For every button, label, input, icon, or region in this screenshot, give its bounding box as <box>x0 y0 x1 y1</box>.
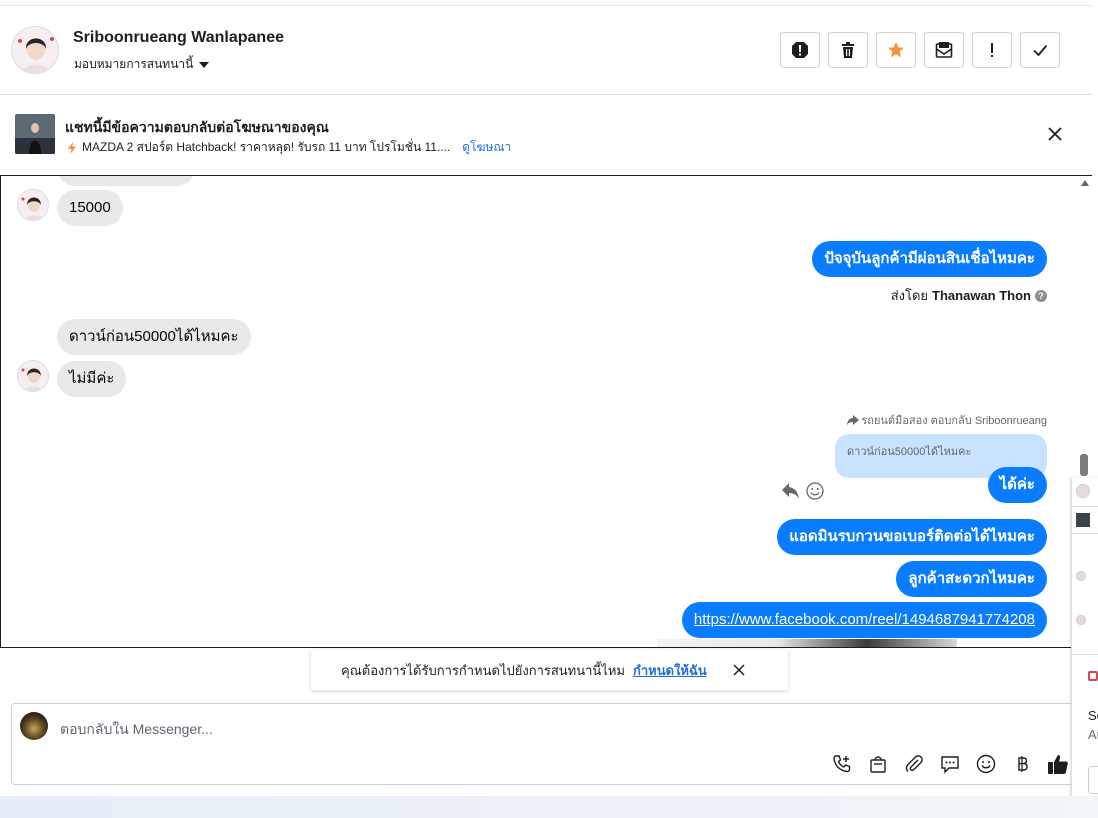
done-button[interactable] <box>1020 32 1060 68</box>
incoming-message[interactable]: 15000 <box>57 190 123 226</box>
outgoing-link-message[interactable]: https://www.facebook.com/reel/1494687941… <box>681 602 1047 638</box>
attach-button[interactable] <box>902 752 926 776</box>
ad-thumbnail[interactable] <box>15 114 55 154</box>
right-gutter <box>1092 0 1098 478</box>
thumbs-up-icon <box>1048 755 1068 774</box>
saved-reply-icon <box>941 756 959 774</box>
popup-avatar <box>1076 571 1086 581</box>
mark-unread-icon <box>935 42 953 58</box>
popup-divider <box>1072 654 1098 655</box>
sent-by-prefix: ส่งโดย <box>890 288 929 303</box>
spam-button[interactable] <box>780 32 820 68</box>
trash-icon <box>842 42 854 58</box>
reel-preview[interactable] <box>657 639 957 647</box>
shop-bag-icon <box>870 756 886 773</box>
page-footer-strip <box>0 796 1098 818</box>
assign-to-me-link[interactable]: กำหนดให้ฉัน <box>633 660 707 681</box>
incoming-message[interactable]: ดาวน์ก่อน50000ได้ไหมคะ <box>57 319 251 355</box>
reply-arrow-icon <box>847 414 860 426</box>
ad-reply-banner: แชทนี้มีข้อความตอบกลับต่อโฆษณาของคุณ MAZ… <box>0 95 1092 175</box>
page-avatar <box>20 712 48 740</box>
contact-name: Sriboonrueang Wanlapanee <box>73 29 284 46</box>
popup-divider <box>1072 506 1098 507</box>
popup-avatar <box>1076 615 1086 625</box>
emoji-button[interactable] <box>974 752 998 776</box>
side-preview-popup[interactable]: So Au <box>1071 478 1098 812</box>
view-ad-link[interactable]: ดูโฆษณา <box>462 138 511 157</box>
outgoing-message[interactable]: แอดมินรบกวนขอเบอร์ติดต่อได้ไหมคะ <box>777 519 1047 555</box>
important-button[interactable] <box>972 32 1012 68</box>
conversation-header: Sriboonrueang Wanlapanee มอบหมายการสนทนา… <box>0 6 1092 95</box>
message-bubble-partial <box>57 176 195 186</box>
help-icon[interactable]: ? <box>1035 289 1047 302</box>
sent-by-name: Thanawan Thon <box>932 288 1031 303</box>
call-icon <box>833 755 851 773</box>
scroll-up-arrow-icon[interactable] <box>1081 180 1089 186</box>
outgoing-message[interactable]: ลูกค้าสะดวกไหมคะ <box>896 561 1047 597</box>
star-button[interactable] <box>876 32 916 68</box>
reply-context-label: รถยนต์มือสอง ตอบกลับ Sriboonrueang <box>847 411 1047 429</box>
emoji-icon <box>976 754 996 774</box>
star-icon <box>888 42 904 58</box>
popup-text: Au <box>1088 727 1098 742</box>
close-icon[interactable] <box>733 664 745 676</box>
shop-button[interactable] <box>866 752 890 776</box>
contact-avatar-small <box>17 189 49 221</box>
popup-thumb <box>1076 513 1090 527</box>
lightning-icon <box>68 141 76 154</box>
popup-avatar <box>1076 484 1090 498</box>
ad-name: MAZDA 2 สปอร์ต Hatchback! ราคาหลุด! รับร… <box>82 140 451 154</box>
assign-prompt-toast: คุณต้องการได้รับการกำหนดไปยังการสนทนานี้… <box>311 650 788 690</box>
done-icon <box>1033 44 1048 57</box>
assign-prompt-text: คุณต้องการได้รับการกำหนดไปยังการสนทนานี้… <box>341 662 625 678</box>
contact-avatar[interactable] <box>11 26 59 74</box>
header-actions <box>780 32 1060 68</box>
react-emoji-icon[interactable] <box>806 482 824 500</box>
outgoing-message[interactable]: ได้ค่ะ <box>987 467 1047 503</box>
outgoing-message[interactable]: ปัจจุบันลูกค้ามีผ่อนสินเชื่อไหมคะ <box>812 241 1047 277</box>
mark-unread-button[interactable] <box>924 32 964 68</box>
saved-reply-button[interactable] <box>938 752 962 776</box>
composer-toolbar <box>830 752 1070 776</box>
ad-banner-title: แชทนี้มีข้อความตอบกลับต่อโฆษณาของคุณ <box>65 119 329 135</box>
call-button[interactable] <box>830 752 854 776</box>
close-icon[interactable] <box>1044 123 1066 145</box>
popup-logo-icon <box>1088 671 1098 681</box>
important-icon <box>991 43 993 57</box>
send-like-button[interactable] <box>1046 752 1070 776</box>
incoming-message[interactable]: ไม่มีค่ะ <box>57 361 127 397</box>
message-thread[interactable]: 15000 ปัจจุบันลูกค้ามีผ่อนสินเชื่อไหมคะ … <box>0 175 1093 648</box>
baht-icon <box>1018 756 1028 772</box>
spam-icon <box>792 42 808 58</box>
assign-label: มอบหมายการสนทนานี้ <box>74 57 194 71</box>
assign-dropdown[interactable]: มอบหมายการสนทนานี้ <box>74 55 210 74</box>
delete-button[interactable] <box>828 32 868 68</box>
reply-composer[interactable]: ตอบกลับใน Messenger... <box>11 703 1081 785</box>
contact-avatar-small <box>17 360 49 392</box>
payment-button[interactable] <box>1010 752 1034 776</box>
reply-context-text: รถยนต์มือสอง ตอบกลับ Sriboonrueang <box>861 415 1047 427</box>
popup-text: So <box>1088 708 1098 723</box>
reply-icon[interactable] <box>781 482 801 500</box>
ad-banner-subtitle-row: MAZDA 2 สปอร์ต Hatchback! ราคาหลุด! รับร… <box>68 138 511 157</box>
chevron-down-icon <box>199 61 210 68</box>
popup-divider <box>1072 533 1098 534</box>
sent-by-label: ส่งโดย Thanawan Thon ? <box>891 285 1047 306</box>
attach-icon <box>905 755 923 772</box>
scrollbar-thumb[interactable] <box>1080 454 1088 476</box>
popup-button[interactable] <box>1088 766 1098 794</box>
reply-input[interactable]: ตอบกลับใน Messenger... <box>60 719 213 741</box>
